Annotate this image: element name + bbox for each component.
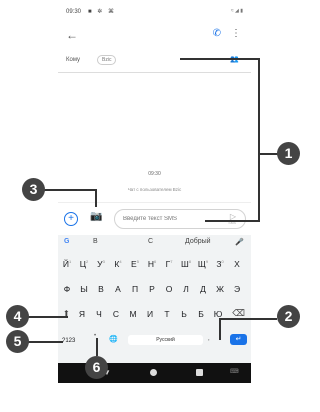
key-х[interactable]: Х [230,259,244,269]
key-н[interactable]: Н6 [145,259,159,269]
suggestion-1[interactable]: В [93,238,98,245]
key-е[interactable]: Е5 [128,259,142,269]
callout-line-2a [219,318,277,320]
key-з[interactable]: З0 [213,259,227,269]
status-icons: ■ ✲ ⌘ [88,9,116,15]
callout-line-1c [205,220,260,222]
app-bar: ← ✆ ⋮ [58,26,251,48]
callout-2: 2 [277,305,300,328]
key-row-2: ФЫВАПРОЛДЖЭ [58,282,251,300]
callout-3: 3 [22,178,45,201]
key-д[interactable]: Д [196,284,210,294]
key-hint: 3 [102,259,105,264]
callout-line-3b [95,189,97,207]
key-р[interactable]: Р [145,284,159,294]
key-hint: 7 [170,259,173,264]
suggestion-2[interactable]: С [148,238,153,245]
globe-icon[interactable]: 🌐 [109,335,118,343]
key-ж[interactable]: Ж [213,284,227,294]
key-п[interactable]: П [128,284,142,294]
mic-icon[interactable]: 🎤 [235,238,244,246]
callout-line-3a [44,189,96,191]
callout-line-1a [180,58,260,60]
key-hint: 6 [153,259,157,264]
callout-line-1b [258,58,260,220]
callout-5: 5 [6,330,29,353]
key-hint: 4 [119,259,122,264]
suggestion-bar: G В С Добрый 🎤 [58,237,251,251]
key-row-1: Й1 Ц2 У3 К4 Е5 Н6 Г7 Ш8 Щ9 З0 Х [58,257,251,275]
enter-key[interactable]: ↵ [230,334,247,345]
key-я[interactable]: Я [75,309,89,319]
key-hint: 9 [205,259,209,264]
callout-line-5 [28,341,63,343]
key-hint: 8 [188,259,192,264]
key-у[interactable]: У3 [94,259,108,269]
callout-1: 1 [277,142,300,165]
camera-icon[interactable]: 📷 [90,211,102,222]
suggestion-3[interactable]: Добрый [185,238,211,245]
key-л[interactable]: Л [179,284,193,294]
phone-icon[interactable]: ✆ [213,28,221,39]
callout-6: 6 [85,356,108,379]
key-hint: 5 [136,259,139,264]
key-ы[interactable]: Ы [77,284,91,294]
message-composer: + 📷 ▷ SMS [58,202,251,233]
back-arrow-icon[interactable]: ← [66,28,78,42]
key-к[interactable]: К4 [111,259,125,269]
key-hint: 0 [221,259,224,264]
key-ш[interactable]: Ш8 [179,259,193,269]
key-hint: 1 [68,259,72,264]
recipient-row: Кому Bzic 👥 [58,52,251,73]
status-time: 09:30 [66,9,82,15]
key-й[interactable]: Й1 [60,259,74,269]
nav-recent-icon[interactable] [196,369,203,376]
keyboard: G В С Добрый 🎤 Й1 Ц2 У3 К4 Е5 Н6 Г7 Ш8 Щ9 З0 Х ФЫВ… [58,235,251,363]
callout-4: 4 [6,305,29,328]
keyboard-switch-icon[interactable]: ⌨ [230,368,239,375]
key-а[interactable]: А [111,284,125,294]
key-row-3: ⬆ ⌫ ЯЧСМИТЬБЮ [58,307,251,325]
key-щ[interactable]: Щ9 [196,259,210,269]
key-о[interactable]: О [162,284,176,294]
sms-text-field[interactable]: ▷ SMS [114,209,246,229]
add-attachment-icon[interactable]: + [64,212,78,226]
key-б[interactable]: Б [194,309,208,319]
callout-line-4 [28,316,68,318]
send-label: SMS [228,221,236,225]
comma-key[interactable]: , [208,336,210,342]
recipient-label: Кому [66,57,81,63]
signal-battery-icons: ≈ ◢ ▮ [230,8,243,14]
key-т[interactable]: Т [160,309,174,319]
google-icon[interactable]: G [64,238,69,245]
callout-line-1d [258,153,278,155]
key-ь[interactable]: Ь [177,309,191,319]
message-time: 09:30 [148,171,161,177]
key-ф[interactable]: Ф [60,284,74,294]
key-м[interactable]: М [126,309,140,319]
key-и[interactable]: И [143,309,157,319]
key-ч[interactable]: Ч [92,309,106,319]
nav-home-icon[interactable] [150,369,157,376]
key-row-bottom: ?123 • 🌐 Русский , ↵ [58,333,251,351]
key-в[interactable]: В [94,284,108,294]
more-vert-icon[interactable]: ⋮ [231,28,241,39]
key-hint: 2 [86,259,89,264]
space-key[interactable]: Русский [128,335,203,345]
key-ц[interactable]: Ц2 [77,259,91,269]
key-г[interactable]: Г7 [162,259,176,269]
recipient-chip[interactable]: Bzic [97,55,117,65]
status-bar: 09:30 ■ ✲ ⌘ ≈ ◢ ▮ [58,0,251,20]
sms-input[interactable] [121,213,213,225]
numbers-key[interactable]: ?123 [62,338,75,344]
callout-line-6 [96,338,98,356]
key-с[interactable]: С [109,309,123,319]
callout-line-2b [219,318,221,340]
key-э[interactable]: Э [230,284,244,294]
